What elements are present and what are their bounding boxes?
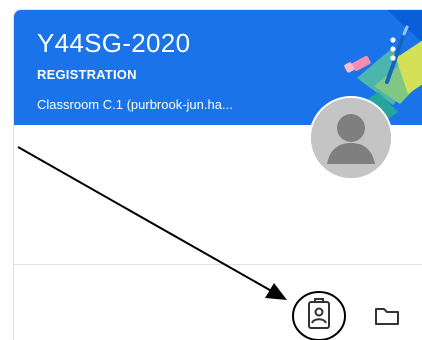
your-work-button[interactable] [291, 290, 347, 340]
teacher-avatar[interactable] [309, 96, 393, 180]
class-section: REGISTRATION [37, 67, 137, 82]
card-footer-divider [14, 264, 422, 265]
class-room: Classroom C.1 (purbrook-jun.ha... [37, 97, 233, 112]
folder-icon[interactable] [373, 304, 401, 328]
more-vert-icon[interactable] [383, 32, 403, 66]
google-classroom-screenshot: Y44SG-2020 REGISTRATION Classroom C.1 (p… [0, 0, 422, 340]
assignment-ind-icon [308, 298, 330, 329]
person-avatar-icon [311, 98, 391, 178]
class-card[interactable]: Y44SG-2020 REGISTRATION Classroom C.1 (p… [13, 9, 422, 340]
class-title[interactable]: Y44SG-2020 [37, 28, 190, 58]
